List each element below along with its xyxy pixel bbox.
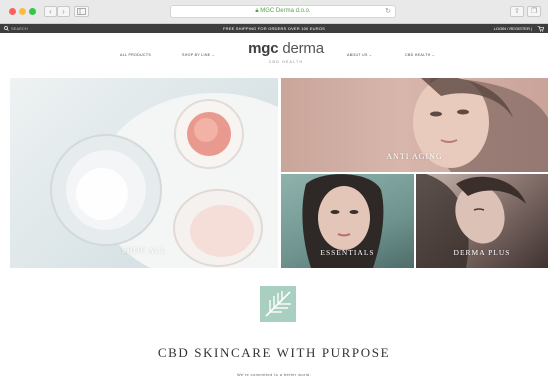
hero-shop-all[interactable]: SHOP ALL — [10, 78, 278, 268]
hero-anti-aging-label: ANTI AGING — [386, 152, 443, 161]
chevron-left-icon: ‹ — [49, 7, 52, 16]
nav-cbd-health[interactable]: CBD HEALTH ⌄ — [405, 53, 435, 57]
section-tagline: CBD SKINCARE WITH PURPOSE — [157, 345, 391, 360]
cart-icon — [537, 26, 545, 32]
hero-anti-aging[interactable]: ANTI AGING — [281, 78, 548, 172]
logo-bold: mgc — [248, 40, 279, 57]
forward-button[interactable]: › — [57, 6, 70, 17]
share-icon: ⇧ — [514, 8, 520, 15]
leaf-logo-icon — [260, 286, 296, 322]
back-button[interactable]: ‹ — [44, 6, 57, 17]
login-register-link[interactable]: LOGIN / REGISTER | — [494, 24, 532, 33]
address-text: MGC Derma d.o.o. — [260, 8, 311, 14]
promo-bar: SEARCH FREE SHIPPING FOR ORDERS OVER 100… — [0, 24, 548, 33]
minimize-window-button[interactable] — [19, 8, 26, 15]
chevron-right-icon: › — [62, 7, 65, 16]
brand-logo[interactable]: mgc derma CBD HEALTH — [248, 40, 324, 64]
promo-text: FREE SHIPPING FOR ORDERS OVER 100 EUROS — [222, 26, 326, 31]
address-bar[interactable]: 🔒︎ MGC Derma d.o.o. ↻ — [170, 5, 396, 18]
main-navigation: ALL PRODUCTS SHOP BY LINE ⌄ mgc derma CB… — [0, 33, 548, 77]
nav-shop-by-line[interactable]: SHOP BY LINE ⌄ — [182, 53, 215, 57]
nav-all-products[interactable]: ALL PRODUCTS — [120, 53, 151, 57]
reload-icon[interactable]: ↻ — [385, 6, 391, 17]
zoom-window-button[interactable] — [29, 8, 36, 15]
browser-toolbar: ‹ › 🔒︎ MGC Derma d.o.o. ↻ ⇧ ❐ — [0, 0, 548, 24]
section-subline: We're committed to a better world. — [236, 372, 312, 377]
nav-about-us[interactable]: ABOUT US ⌄ — [347, 53, 372, 57]
lock-icon: 🔒︎ — [255, 8, 259, 14]
hero-shop-all-label: SHOP ALL — [121, 246, 167, 255]
shop-all-product-image — [50, 93, 278, 268]
hero-derma-plus-label: DERMA PLUS — [453, 248, 511, 257]
logo-wordmark: mgc derma — [248, 40, 324, 58]
sidebar-button[interactable] — [74, 6, 89, 17]
share-button[interactable]: ⇧ — [510, 6, 524, 17]
sidebar-icon — [77, 8, 86, 15]
hero-essentials-label: ESSENTIALS — [320, 248, 375, 257]
hero-essentials[interactable]: ESSENTIALS — [281, 174, 414, 268]
hero-derma-plus[interactable]: DERMA PLUS — [416, 174, 548, 268]
close-window-button[interactable] — [9, 8, 16, 15]
logo-subtitle: CBD HEALTH — [268, 60, 304, 64]
logo-light: derma — [278, 40, 324, 57]
tabs-button[interactable]: ❐ — [527, 6, 541, 17]
tabs-icon: ❐ — [530, 8, 538, 15]
